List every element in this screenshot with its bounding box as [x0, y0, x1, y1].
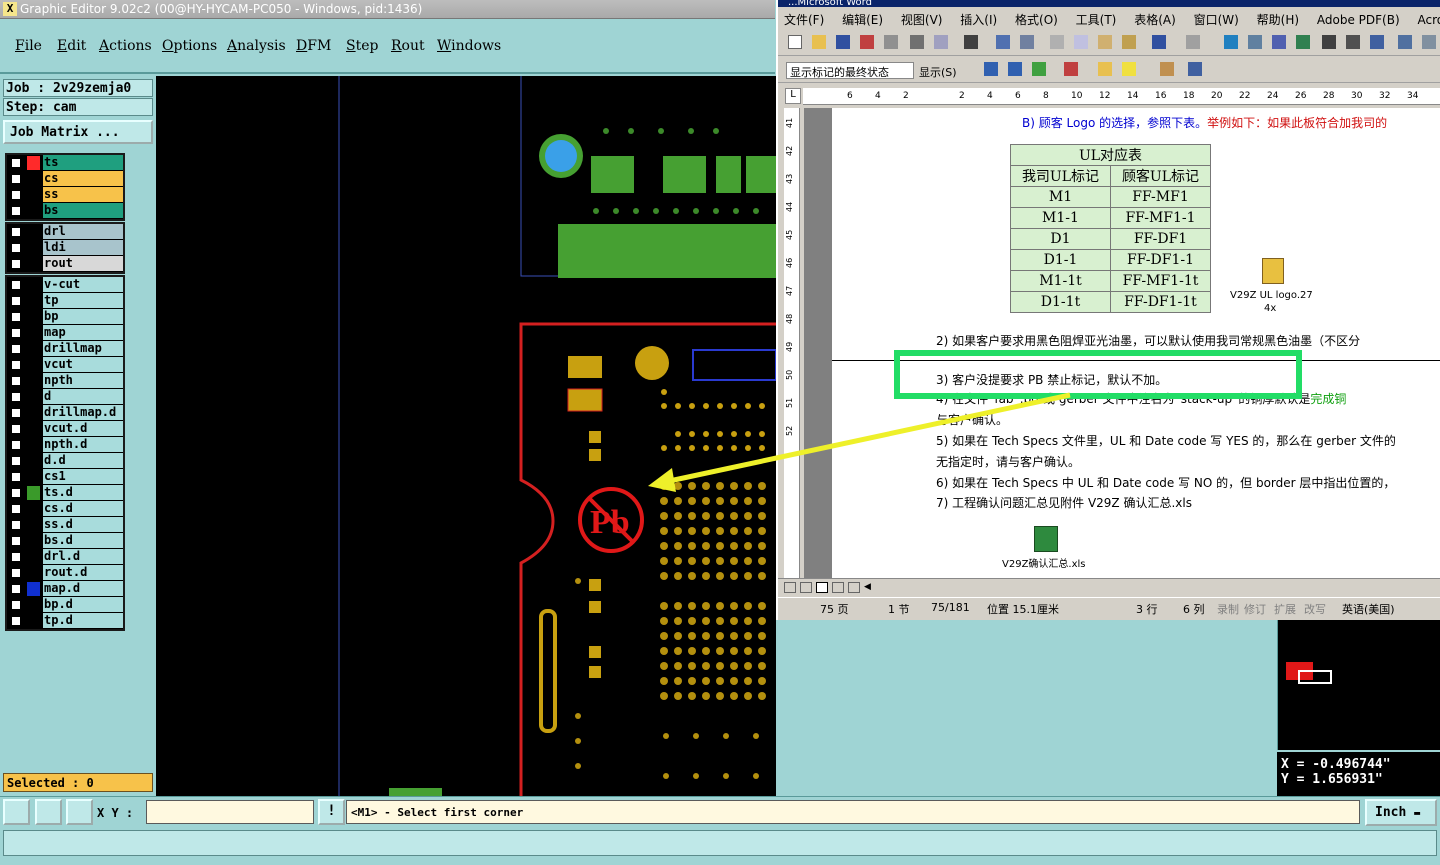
zoom-fit-icon[interactable]	[3, 799, 30, 825]
grid-icon[interactable]	[66, 799, 93, 825]
command-bar: X Y : ! <M1> - Select first corner Inch …	[0, 796, 1440, 828]
units-dropdown-icon: ▬	[1414, 808, 1421, 819]
zoom-area-icon[interactable]	[35, 799, 62, 825]
callout-arrow	[659, 392, 1071, 486]
message-line	[3, 830, 1437, 856]
xy-input[interactable]	[146, 800, 314, 824]
units-label: Inch	[1375, 805, 1407, 820]
units-select[interactable]: Inch ▬	[1365, 799, 1437, 826]
xy-label: X Y :	[97, 806, 134, 820]
annotation-overlay	[648, 350, 1302, 492]
highlight-box	[894, 350, 1302, 399]
callout-arrowhead	[648, 468, 676, 492]
command-prompt: <M1> - Select first corner	[346, 800, 1360, 824]
alert-icon[interactable]: !	[318, 799, 345, 825]
